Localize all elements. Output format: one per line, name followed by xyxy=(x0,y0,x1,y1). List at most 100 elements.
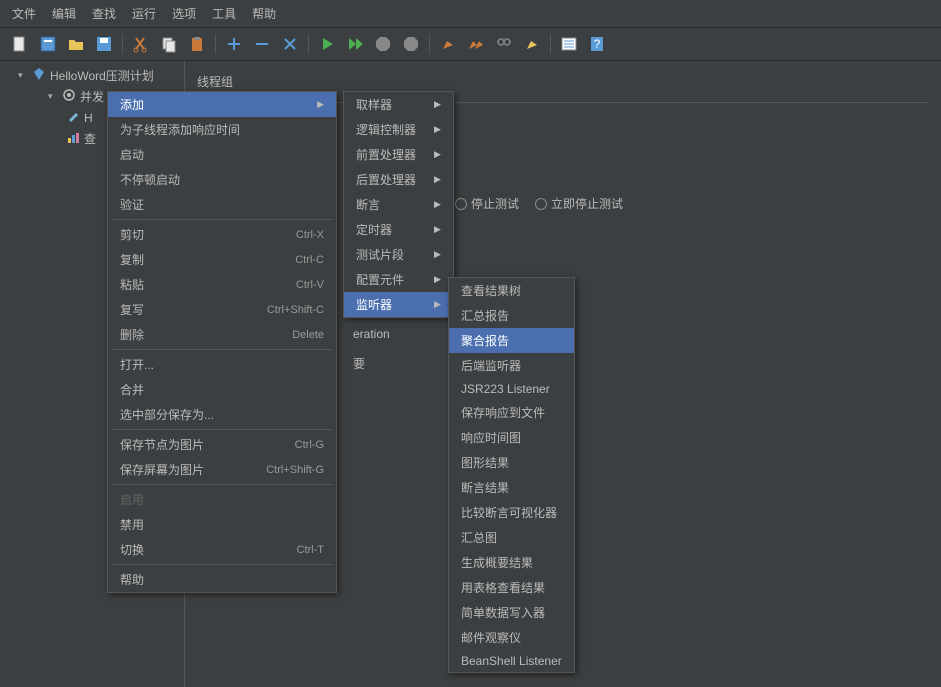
context-menu-item[interactable]: 切换Ctrl-T xyxy=(108,537,336,562)
chevron-down-icon[interactable]: ▾ xyxy=(18,70,28,81)
submenu-item[interactable]: 图形结果 xyxy=(449,450,574,475)
cut-icon[interactable] xyxy=(129,32,153,56)
menu-shortcut: Ctrl-X xyxy=(296,229,324,241)
search-icon[interactable] xyxy=(492,32,516,56)
submenu-item[interactable]: 前置处理器▶ xyxy=(344,142,453,167)
submenu-item[interactable]: 定时器▶ xyxy=(344,217,453,242)
submenu-item[interactable]: BeanShell Listener xyxy=(449,650,574,672)
tree-root-label: HelloWord压测计划 xyxy=(50,67,154,84)
submenu-item[interactable]: JSR223 Listener xyxy=(449,378,574,400)
submenu-item[interactable]: 用表格查看结果 xyxy=(449,575,574,600)
save-icon[interactable] xyxy=(92,32,116,56)
submenu-item[interactable]: 测试片段▶ xyxy=(344,242,453,267)
chevron-right-icon: ▶ xyxy=(434,299,441,310)
submenu-item[interactable]: 逻辑控制器▶ xyxy=(344,117,453,142)
separator xyxy=(112,219,332,220)
copy-icon[interactable] xyxy=(157,32,181,56)
collapse-icon[interactable] xyxy=(250,32,274,56)
open-icon[interactable] xyxy=(64,32,88,56)
menu-file[interactable]: 文件 xyxy=(4,2,44,25)
tree-root[interactable]: ▾ HelloWord压测计划 xyxy=(0,65,184,86)
submenu-item[interactable]: 简单数据写入器 xyxy=(449,600,574,625)
submenu-item[interactable]: 断言结果 xyxy=(449,475,574,500)
field-label: eration xyxy=(353,327,929,341)
submenu-item[interactable]: 配置元件▶ xyxy=(344,267,453,292)
toolbar: ? xyxy=(0,28,941,61)
paste-icon[interactable] xyxy=(185,32,209,56)
chevron-right-icon: ▶ xyxy=(434,99,441,110)
context-menu-item[interactable]: 添加▶ xyxy=(108,92,336,117)
new-icon[interactable] xyxy=(8,32,32,56)
menu-options[interactable]: 选项 xyxy=(164,2,204,25)
function-helper-icon[interactable] xyxy=(557,32,581,56)
context-menu-item[interactable]: 为子线程添加响应时间 xyxy=(108,117,336,142)
radio-stop-test-now[interactable]: 立即停止测试 xyxy=(535,195,623,212)
stop-icon[interactable] xyxy=(371,32,395,56)
submenu-item[interactable]: 生成概要结果 xyxy=(449,550,574,575)
menu-tools[interactable]: 工具 xyxy=(204,2,244,25)
chevron-right-icon: ▶ xyxy=(434,124,441,135)
submenu-item[interactable]: 聚合报告 xyxy=(449,328,574,353)
menubar: 文件 编辑 查找 运行 选项 工具 帮助 xyxy=(0,0,941,28)
context-menu-item[interactable]: 复制Ctrl-C xyxy=(108,247,336,272)
submenu-item[interactable]: 后置处理器▶ xyxy=(344,167,453,192)
tree-child-label: 并发 xyxy=(80,88,104,105)
submenu-item[interactable]: 汇总图 xyxy=(449,525,574,550)
submenu-item[interactable]: 断言▶ xyxy=(344,192,453,217)
submenu-item[interactable]: 查看结果树 xyxy=(449,278,574,303)
menu-edit[interactable]: 编辑 xyxy=(44,2,84,25)
chevron-down-icon[interactable]: ▾ xyxy=(48,91,58,102)
toggle-icon[interactable] xyxy=(278,32,302,56)
menu-run[interactable]: 运行 xyxy=(124,2,164,25)
run-icon[interactable] xyxy=(315,32,339,56)
reset-search-icon[interactable] xyxy=(520,32,544,56)
clear-all-icon[interactable] xyxy=(464,32,488,56)
context-menu-item[interactable]: 剪切Ctrl-X xyxy=(108,222,336,247)
menu-item-label: 合并 xyxy=(120,381,144,398)
shutdown-icon[interactable] xyxy=(399,32,423,56)
context-menu-item[interactable]: 删除Delete xyxy=(108,322,336,347)
run-no-pause-icon[interactable] xyxy=(343,32,367,56)
submenu-item[interactable]: 保存响应到文件 xyxy=(449,400,574,425)
radio-label: 停止测试 xyxy=(471,195,519,212)
menu-shortcut: Ctrl+Shift-C xyxy=(267,304,324,316)
clear-icon[interactable] xyxy=(436,32,460,56)
context-menu-item[interactable]: 验证 xyxy=(108,192,336,217)
menu-search[interactable]: 查找 xyxy=(84,2,124,25)
menu-item-label: 启用 xyxy=(120,491,144,508)
context-menu-item[interactable]: 选中部分保存为... xyxy=(108,402,336,427)
context-menu-item[interactable]: 复写Ctrl+Shift-C xyxy=(108,297,336,322)
submenu-item[interactable]: 比较断言可视化器 xyxy=(449,500,574,525)
testplan-icon xyxy=(32,67,46,84)
submenu-item[interactable]: 响应时间图 xyxy=(449,425,574,450)
menu-item-label: 禁用 xyxy=(120,516,144,533)
help-icon[interactable]: ? xyxy=(585,32,609,56)
context-menu-item[interactable]: 打开... xyxy=(108,352,336,377)
submenu-item-label: 前置处理器 xyxy=(356,146,416,163)
submenu-item[interactable]: 后端监听器 xyxy=(449,353,574,378)
radio-group: 程 停止测试 立即停止测试 xyxy=(427,195,929,212)
context-menu-item[interactable]: 启动 xyxy=(108,142,336,167)
context-menu-item[interactable]: 保存屏幕为图片Ctrl+Shift-G xyxy=(108,457,336,482)
submenu-item[interactable]: 监听器▶ xyxy=(344,292,453,317)
separator xyxy=(112,564,332,565)
context-menu-item[interactable]: 禁用 xyxy=(108,512,336,537)
templates-icon[interactable] xyxy=(36,32,60,56)
menu-help[interactable]: 帮助 xyxy=(244,2,284,25)
submenu-item[interactable]: 邮件观察仪 xyxy=(449,625,574,650)
context-menu-item[interactable]: 粘贴Ctrl-V xyxy=(108,272,336,297)
menu-item-label: 验证 xyxy=(120,196,144,213)
radio-stop-test[interactable]: 停止测试 xyxy=(455,195,519,212)
submenu-item[interactable]: 汇总报告 xyxy=(449,303,574,328)
submenu-item[interactable]: 取样器▶ xyxy=(344,92,453,117)
context-menu-item[interactable]: 合并 xyxy=(108,377,336,402)
menu-shortcut: Delete xyxy=(292,329,324,341)
context-menu-item[interactable]: 帮助 xyxy=(108,567,336,592)
submenu-item-label: 配置元件 xyxy=(356,271,404,288)
context-menu-item[interactable]: 不停顿启动 xyxy=(108,167,336,192)
chevron-right-icon: ▶ xyxy=(434,249,441,260)
expand-icon[interactable] xyxy=(222,32,246,56)
svg-text:?: ? xyxy=(594,37,601,51)
menu-item-label: 为子线程添加响应时间 xyxy=(120,121,240,138)
context-menu-item[interactable]: 保存节点为图片Ctrl-G xyxy=(108,432,336,457)
